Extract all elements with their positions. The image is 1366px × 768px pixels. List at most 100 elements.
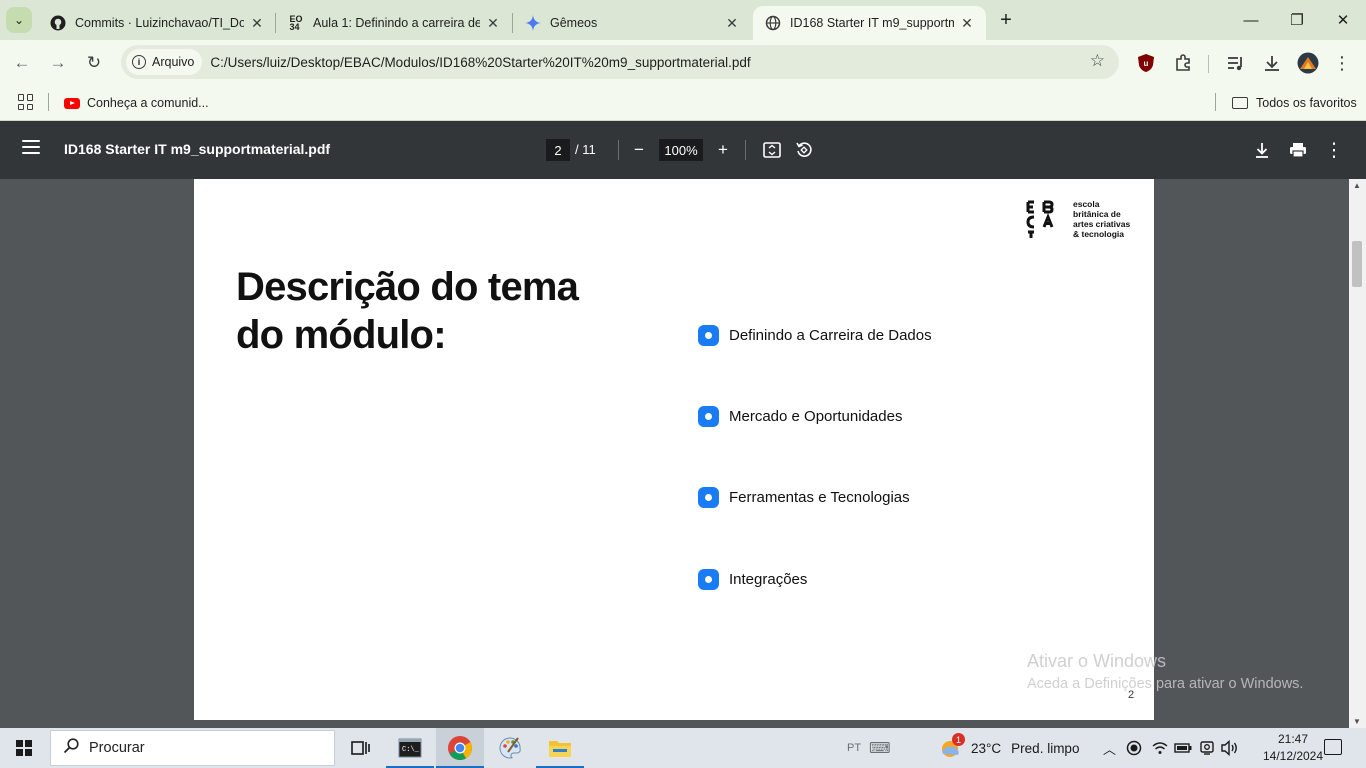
bookmark-youtube[interactable]: Conheça a comunid... — [64, 92, 209, 114]
zoom-out-button[interactable]: − — [626, 137, 652, 163]
logo-line: escola — [1073, 199, 1100, 209]
url-text[interactable]: C:/Users/luiz/Desktop/EBAC/Modulos/ID168… — [210, 55, 750, 70]
watermark-subtitle: Aceda a Definições para ativar o Windows… — [1027, 676, 1304, 692]
info-icon: i — [132, 55, 146, 69]
chevron-down-icon: ⌄ — [13, 13, 25, 27]
hamburger-menu-icon[interactable] — [22, 140, 40, 154]
pdf-download-button[interactable] — [1249, 137, 1275, 163]
windows-start-icon[interactable] — [16, 740, 32, 756]
pdf-document-area[interactable]: escola britânica de artes criativas & te… — [0, 179, 1366, 728]
restore-button[interactable]: ❐ — [1274, 0, 1320, 40]
language-indicator[interactable]: PT — [847, 728, 861, 768]
bullet-text: Definindo a Carreira de Dados — [729, 327, 932, 344]
downloads-icon[interactable] — [1260, 51, 1284, 75]
page-number-input[interactable]: 2 — [546, 139, 570, 161]
forward-button[interactable]: → — [45, 50, 71, 76]
logo-text: escola britânica de artes criativas & te… — [1073, 199, 1130, 239]
extensions-puzzle-icon[interactable] — [1171, 51, 1195, 75]
pdf-file-title: ID168 Starter IT m9_supportmaterial.pdf — [64, 141, 331, 157]
tab-aula[interactable]: EO 34 Aula 1: Definindo a carreira de ✕ — [276, 6, 512, 40]
github-icon — [50, 15, 66, 31]
taskbar-terminal[interactable]: C:\_ — [386, 728, 434, 768]
taskbar-search-box[interactable]: Procurar — [50, 730, 335, 766]
page-total: / 11 — [575, 142, 596, 157]
battery-icon[interactable] — [1174, 728, 1192, 768]
rotate-button[interactable] — [791, 137, 817, 163]
fit-page-icon — [763, 142, 781, 158]
taskbar-file-explorer[interactable] — [536, 728, 584, 768]
back-button[interactable]: ← — [9, 50, 35, 76]
fit-to-page-button[interactable] — [759, 137, 785, 163]
bullet-item: Integrações — [698, 569, 807, 590]
logo-line: britânica de — [1073, 209, 1121, 219]
task-view-button[interactable] — [336, 728, 384, 768]
record-indicator-icon[interactable] — [1126, 728, 1142, 768]
taskbar-paint[interactable] — [486, 728, 534, 768]
pdf-toolbar-divider — [745, 140, 746, 160]
notification-center-icon[interactable] — [1324, 739, 1342, 755]
bullet-dot-icon — [698, 569, 719, 590]
close-tab-icon[interactable]: ✕ — [484, 14, 502, 32]
globe-icon — [765, 15, 781, 31]
tab-title: Commits · Luizinchavao/TI_Do_ — [75, 16, 244, 30]
pdf-print-button[interactable] — [1285, 137, 1311, 163]
clock-time: 21:47 — [1277, 732, 1309, 746]
pdf-more-options-icon[interactable]: ⋮ — [1321, 137, 1347, 163]
volume-icon[interactable] — [1221, 728, 1239, 768]
close-window-button[interactable]: ✕ — [1320, 0, 1366, 40]
rotate-icon — [796, 142, 812, 157]
search-placeholder: Procurar — [89, 740, 145, 756]
all-favorites-label: Todos os favoritos — [1256, 96, 1357, 110]
taskbar-chrome[interactable] — [436, 728, 484, 768]
bullet-text: Ferramentas e Tecnologias — [729, 489, 910, 506]
taskbar-clock[interactable]: 21:47 14/12/2024 — [1262, 731, 1324, 765]
scroll-up-arrow-icon[interactable]: ▲ — [1353, 181, 1361, 190]
chrome-icon — [448, 736, 472, 761]
plus-icon: + — [718, 140, 728, 159]
clock-date: 14/12/2024 — [1262, 749, 1324, 763]
all-favorites-folder[interactable]: Todos os favoritos — [1232, 92, 1357, 114]
ublock-extension-icon[interactable]: u — [1134, 51, 1158, 75]
logo-line: & tecnologia — [1073, 229, 1125, 239]
browser-toolbar: ← → ↻ i Arquivo C:/Users/luiz/Desktop/EB… — [0, 40, 1366, 86]
apps-grid-icon[interactable] — [18, 94, 34, 110]
plus-icon: + — [1000, 8, 1012, 31]
tab-commits[interactable]: Commits · Luizinchavao/TI_Do_ ✕ — [38, 6, 276, 40]
wifi-icon[interactable] — [1152, 728, 1168, 768]
site-info-chip[interactable]: i Arquivo — [126, 49, 203, 75]
pdf-scrollbar[interactable]: ▲ ▼ — [1349, 179, 1366, 728]
tab-pdf[interactable]: ID168 Starter IT m9_supportmat ✕ — [753, 6, 986, 40]
media-queue-icon[interactable] — [1224, 51, 1248, 75]
weather-badge: 1 — [952, 733, 965, 746]
tab-gemeos[interactable]: Gêmeos ✕ — [513, 6, 751, 40]
browser-menu-icon[interactable]: ⋮ — [1330, 51, 1354, 75]
bullet-item: Ferramentas e Tecnologias — [698, 487, 910, 508]
tab-title: Gêmeos — [550, 16, 598, 30]
close-tab-icon[interactable]: ✕ — [248, 14, 266, 32]
search-icon — [63, 737, 83, 759]
profile-avatar[interactable] — [1296, 51, 1320, 75]
webcam-icon[interactable] — [1199, 728, 1215, 768]
bookmark-label: Conheça a comunid... — [87, 96, 209, 110]
new-tab-button[interactable]: + — [994, 8, 1018, 32]
reload-button[interactable]: ↻ — [81, 50, 107, 76]
watermark-title: Ativar o Windows — [1027, 651, 1167, 671]
bookmark-star-icon[interactable]: ☆ — [1090, 51, 1105, 71]
pdf-toolbar: ID168 Starter IT m9_supportmaterial.pdf … — [0, 121, 1366, 179]
address-bar[interactable]: i Arquivo C:/Users/luiz/Desktop/EBAC/Mod… — [121, 45, 1119, 79]
arrow-left-icon: ← — [13, 53, 31, 72]
keyboard-icon[interactable]: ⌨ — [869, 728, 891, 768]
zoom-level-input[interactable]: 100% — [659, 139, 703, 161]
arrow-right-icon: → — [49, 53, 67, 72]
zoom-in-button[interactable]: + — [710, 137, 736, 163]
download-icon — [1256, 143, 1268, 158]
scroll-thumb[interactable] — [1352, 241, 1362, 287]
minimize-button[interactable]: — — [1228, 0, 1274, 40]
pdf-page: escola britânica de artes criativas & te… — [194, 179, 1154, 720]
tab-search-button[interactable]: ⌄ — [6, 7, 32, 33]
close-tab-icon[interactable]: ✕ — [958, 14, 976, 32]
weather-widget[interactable]: 1 23°C Pred. limpo — [939, 728, 1079, 768]
scroll-down-arrow-icon[interactable]: ▼ — [1353, 717, 1361, 726]
show-hidden-icons-chevron-icon[interactable]: ︿ — [1103, 728, 1116, 768]
close-tab-icon[interactable]: ✕ — [723, 14, 741, 32]
